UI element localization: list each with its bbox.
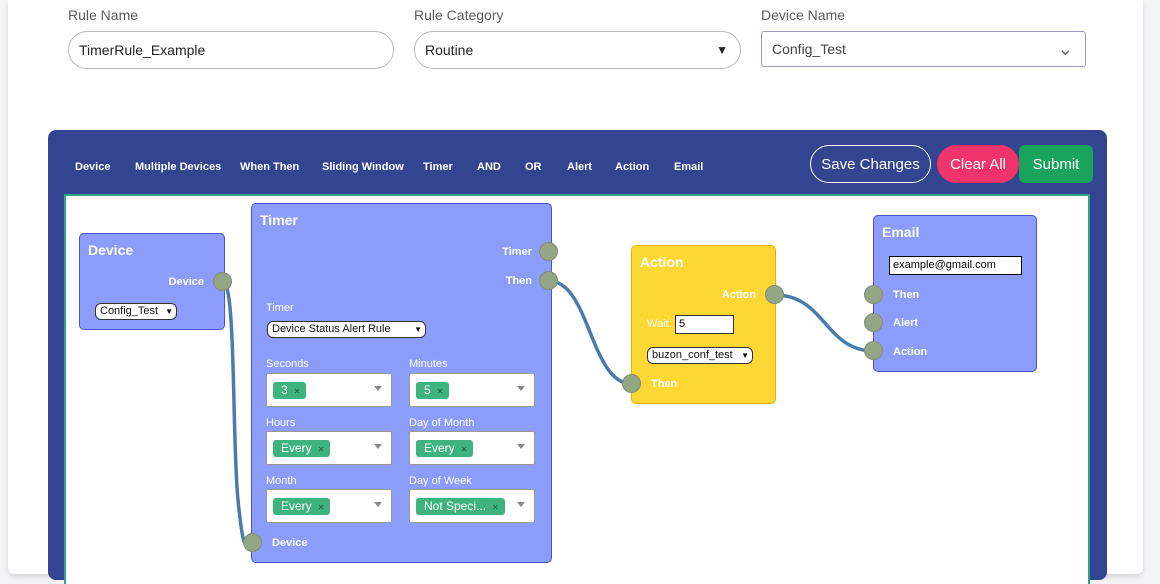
action-then-in-port[interactable] <box>622 374 641 393</box>
month-multiselect[interactable]: Every ✕ <box>266 489 392 523</box>
action-target-select[interactable]: buzon_conf_test ▼ <box>647 347 753 364</box>
dropdown-arrow-icon <box>374 444 382 449</box>
timer-node-title: Timer <box>260 212 298 228</box>
dropdown-arrow-icon <box>517 386 525 391</box>
email-action-in-label: Action <box>893 346 928 358</box>
chip-remove-icon[interactable]: ✕ <box>492 503 499 512</box>
email-alert-in-label: Alert <box>893 317 919 329</box>
email-alert-in-port[interactable] <box>864 313 883 332</box>
dropdown-icon: ▼ <box>741 351 749 360</box>
toolbar-item-or[interactable]: OR <box>525 161 542 173</box>
dropdown-icon: ▼ <box>165 307 173 316</box>
seconds-multiselect[interactable]: 3 ✕ <box>266 373 392 407</box>
timer-type-value: Device Status Alert Rule <box>272 323 391 335</box>
device-out-label: Device <box>168 276 204 288</box>
toolbar-item-alert[interactable]: Alert <box>567 161 592 173</box>
chip-remove-icon[interactable]: ✕ <box>318 445 325 454</box>
dropdown-arrow-icon <box>517 444 525 449</box>
timer-out-label: Timer <box>502 246 532 258</box>
day-of-month-label: Day of Month <box>409 417 475 429</box>
device-node[interactable]: Device Device Config_Test ▼ <box>79 233 225 330</box>
rule-category-select[interactable]: Routine ▼ <box>414 31 741 69</box>
save-changes-button[interactable]: Save Changes <box>810 145 931 183</box>
timer-device-in-port[interactable] <box>243 533 262 552</box>
timer-out-port[interactable] <box>539 242 558 261</box>
minutes-label: Minutes <box>409 358 448 370</box>
device-node-select-value: Config_Test <box>100 305 159 317</box>
day-of-week-multiselect[interactable]: Not Speci... ✕ <box>409 489 535 523</box>
chip-remove-icon[interactable]: ✕ <box>461 445 468 454</box>
minutes-multiselect[interactable]: 5 ✕ <box>409 373 535 407</box>
rule-category-label: Rule Category <box>414 7 504 23</box>
chip-remove-icon[interactable]: ✕ <box>318 503 325 512</box>
toolbar-item-multiple-devices[interactable]: Multiple Devices <box>135 161 221 173</box>
toolbar-item-and[interactable]: AND <box>477 161 501 173</box>
device-node-select[interactable]: Config_Test ▼ <box>95 303 177 320</box>
day-of-week-label: Day of Week <box>409 475 472 487</box>
action-target-value: buzon_conf_test <box>652 349 733 361</box>
chip-remove-icon[interactable]: ✕ <box>437 387 444 396</box>
month-label: Month <box>266 475 297 487</box>
chevron-down-icon: ▼ <box>716 43 728 57</box>
month-chip: Every ✕ <box>273 498 331 515</box>
toolbar-item-action[interactable]: Action <box>615 161 649 173</box>
email-node-title: Email <box>882 224 920 240</box>
minutes-chip-text: 5 <box>424 383 431 397</box>
wait-input[interactable]: 5 <box>675 315 734 334</box>
timer-field-label: Timer <box>266 302 294 314</box>
device-name-value: Config_Test <box>772 41 846 57</box>
day-of-week-chip-text: Not Speci... <box>424 499 487 513</box>
email-then-in-port[interactable] <box>864 285 883 304</box>
action-node[interactable]: Action Action Wait: 5 buzon_conf_test ▼ … <box>631 245 776 404</box>
hours-chip: Every ✕ <box>273 440 331 457</box>
day-of-month-chip: Every ✕ <box>416 440 474 457</box>
device-node-title: Device <box>88 242 134 258</box>
day-of-week-chip: Not Speci... ✕ <box>416 498 505 515</box>
rule-name-label: Rule Name <box>68 7 139 23</box>
toolbar-item-device[interactable]: Device <box>75 161 110 173</box>
month-chip-text: Every <box>281 499 312 513</box>
timer-type-select[interactable]: Device Status Alert Rule ▼ <box>267 321 426 338</box>
timer-device-in-label: Device <box>272 537 308 549</box>
toolbar-item-when-then[interactable]: When Then <box>240 161 299 173</box>
device-name-label: Device Name <box>761 7 846 23</box>
action-out-port[interactable] <box>765 285 784 304</box>
hours-chip-text: Every <box>281 441 312 455</box>
timer-node[interactable]: Timer Timer Then Timer Device Status Ale… <box>251 203 552 563</box>
email-node[interactable]: Email example@gmail.com Then Alert Actio… <box>873 215 1037 372</box>
rule-category-value: Routine <box>425 42 474 58</box>
toolbar-item-email[interactable]: Email <box>674 161 703 173</box>
chip-remove-icon[interactable]: ✕ <box>294 387 301 396</box>
email-input[interactable]: example@gmail.com <box>889 256 1022 275</box>
hours-multiselect[interactable]: Every ✕ <box>266 431 392 465</box>
hours-label: Hours <box>266 417 296 429</box>
dropdown-icon: ▼ <box>414 325 422 334</box>
email-action-in-port[interactable] <box>864 341 883 360</box>
action-out-label: Action <box>721 289 756 301</box>
day-of-month-multiselect[interactable]: Every ✕ <box>409 431 535 465</box>
action-then-in-label: Then <box>651 378 678 390</box>
seconds-chip: 3 ✕ <box>273 382 307 399</box>
seconds-chip-text: 3 <box>281 383 288 397</box>
toolbar-item-timer[interactable]: Timer <box>423 161 453 173</box>
device-out-port[interactable] <box>213 272 232 291</box>
wait-label: Wait: <box>647 318 672 330</box>
action-node-title: Action <box>640 254 684 270</box>
rule-name-input[interactable]: TimerRule_Example <box>68 31 394 69</box>
dropdown-arrow-icon <box>374 386 382 391</box>
minutes-chip: 5 ✕ <box>416 382 450 399</box>
timer-then-out-label: Then <box>505 275 532 287</box>
dropdown-arrow-icon <box>517 502 525 507</box>
submit-button[interactable]: Submit <box>1019 145 1093 183</box>
timer-then-out-port[interactable] <box>539 271 558 290</box>
clear-all-button[interactable]: Clear All <box>937 145 1019 183</box>
email-then-in-label: Then <box>893 289 920 301</box>
dropdown-arrow-icon <box>374 502 382 507</box>
device-name-select[interactable]: Config_Test ⌄ <box>761 31 1086 67</box>
chevron-down-icon: ⌄ <box>1057 39 1073 59</box>
seconds-label: Seconds <box>266 358 309 370</box>
toolbar-item-sliding-window[interactable]: Sliding Window <box>322 161 404 173</box>
day-of-month-chip-text: Every <box>424 441 455 455</box>
